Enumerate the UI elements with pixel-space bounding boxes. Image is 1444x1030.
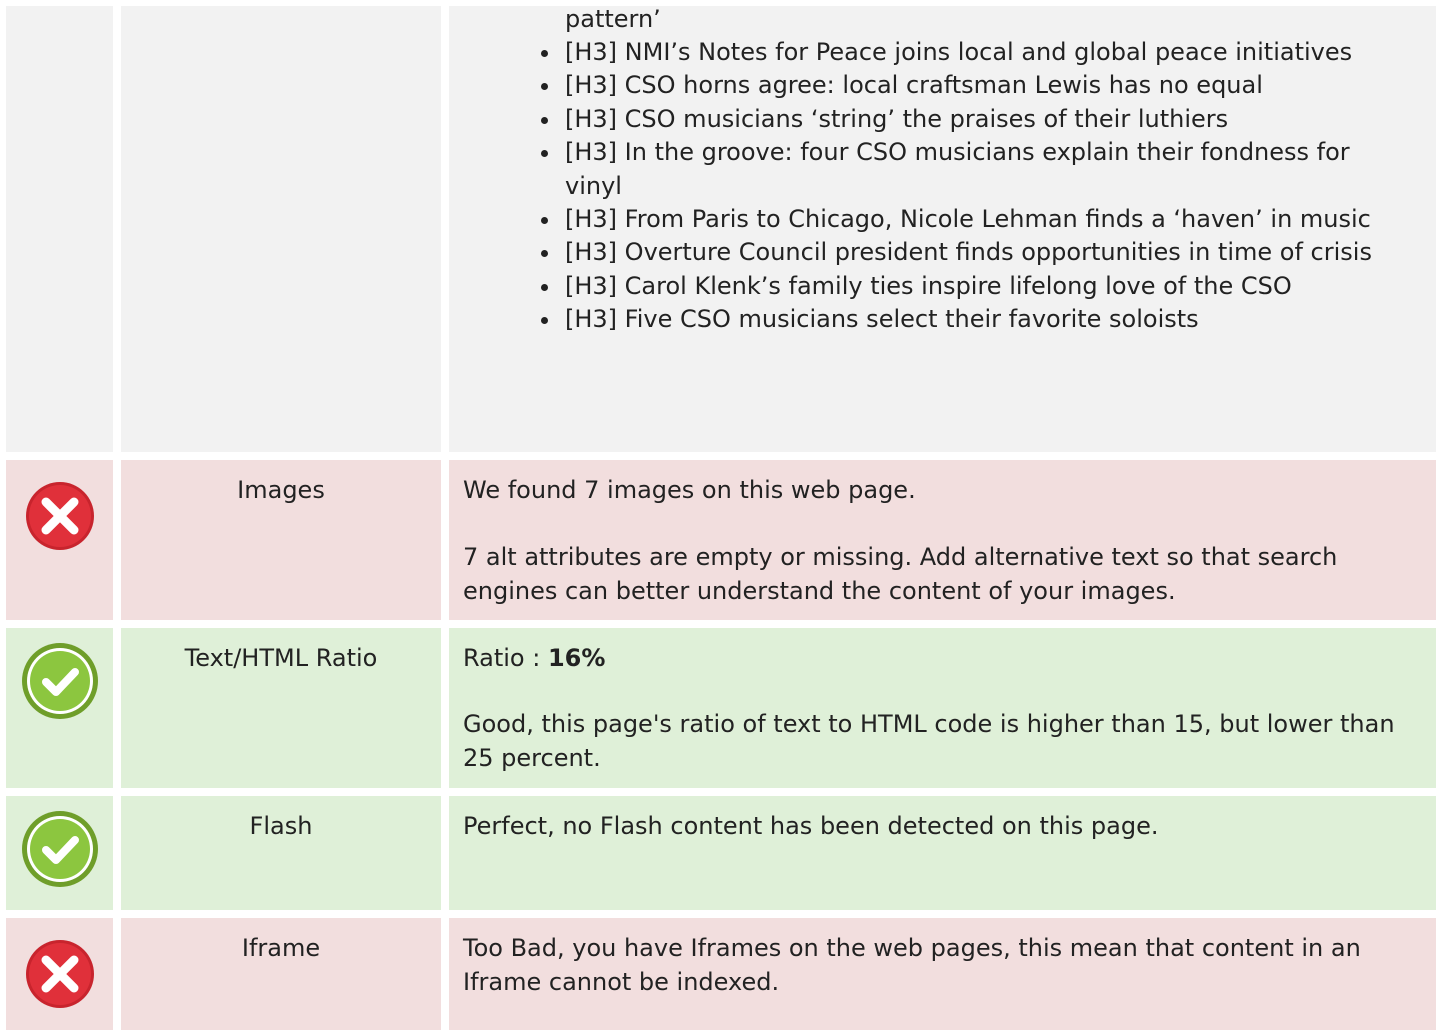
flash-summary: Perfect, no Flash content has been detec… [463,812,1159,840]
flash-name-cell: Flash [121,796,441,910]
images-body-cell: We found 7 images on this web page. 7 al… [449,460,1436,620]
ratio-name-cell: Text/HTML Ratio [121,628,441,788]
check-name: Iframe [241,934,321,962]
iframe-row: Iframe Too Bad, you have Iframes on the … [0,918,1444,1030]
images-icon-cell [6,460,113,620]
iframe-name-cell: Iframe [121,918,441,1030]
headings-icon-cell [6,6,113,452]
check-name: Flash [249,812,313,840]
heading-item: [H3] CSO horns agree: local craftsman Le… [541,69,1406,102]
flash-icon-cell [6,796,113,910]
ratio-advice: Good, this page's ratio of text to HTML … [463,710,1395,772]
ratio-label: Ratio : [463,644,548,672]
headings-name-cell [121,6,441,452]
heading-item: [H3] Five CSO musicians select their fav… [541,303,1406,336]
heading-item: [H3] In the groove: four CSO musicians e… [541,136,1406,203]
heading-item: [H3] Carol Klenk’s family ties inspire l… [541,270,1406,303]
heading-item: [H3] From Paris to Chicago, Nicole Lehma… [541,203,1406,236]
headings-list: [H3] NMI’s Notes for Peace joins local a… [463,36,1406,337]
images-advice: 7 alt attributes are empty or missing. A… [463,543,1338,605]
images-summary: We found 7 images on this web page. [463,476,916,504]
heading-item: [H3] NMI’s Notes for Peace joins local a… [541,36,1406,69]
check-icon [20,809,100,889]
heading-item: [H3] CSO musicians ‘string’ the praises … [541,103,1406,136]
images-name-cell: Images [121,460,441,620]
headings-continued-text: pattern’ [565,5,661,33]
text-html-ratio-row: Text/HTML Ratio Ratio : 16% Good, this p… [0,628,1444,788]
error-x-icon [24,938,96,1010]
check-name: Text/HTML Ratio [184,644,378,672]
flash-row: Flash Perfect, no Flash content has been… [0,796,1444,910]
ratio-icon-cell [6,628,113,788]
check-icon [20,641,100,721]
iframe-summary: Too Bad, you have Iframes on the web pag… [463,934,1361,996]
check-name: Images [237,476,325,504]
iframe-icon-cell [6,918,113,1030]
ratio-line: Ratio : 16% [463,641,1406,675]
error-x-icon [24,480,96,552]
iframe-body-cell: Too Bad, you have Iframes on the web pag… [449,918,1436,1030]
images-row: Images We found 7 images on this web pag… [0,460,1444,620]
headings-body-cell: pattern’ [H3] NMI’s Notes for Peace join… [449,5,1436,452]
ratio-value: 16% [547,644,606,672]
ratio-body-cell: Ratio : 16% Good, this page's ratio of t… [449,628,1436,788]
headings-row: pattern’ [H3] NMI’s Notes for Peace join… [0,0,1444,452]
flash-body-cell: Perfect, no Flash content has been detec… [449,796,1436,910]
heading-item: [H3] Overture Council president finds op… [541,236,1406,269]
